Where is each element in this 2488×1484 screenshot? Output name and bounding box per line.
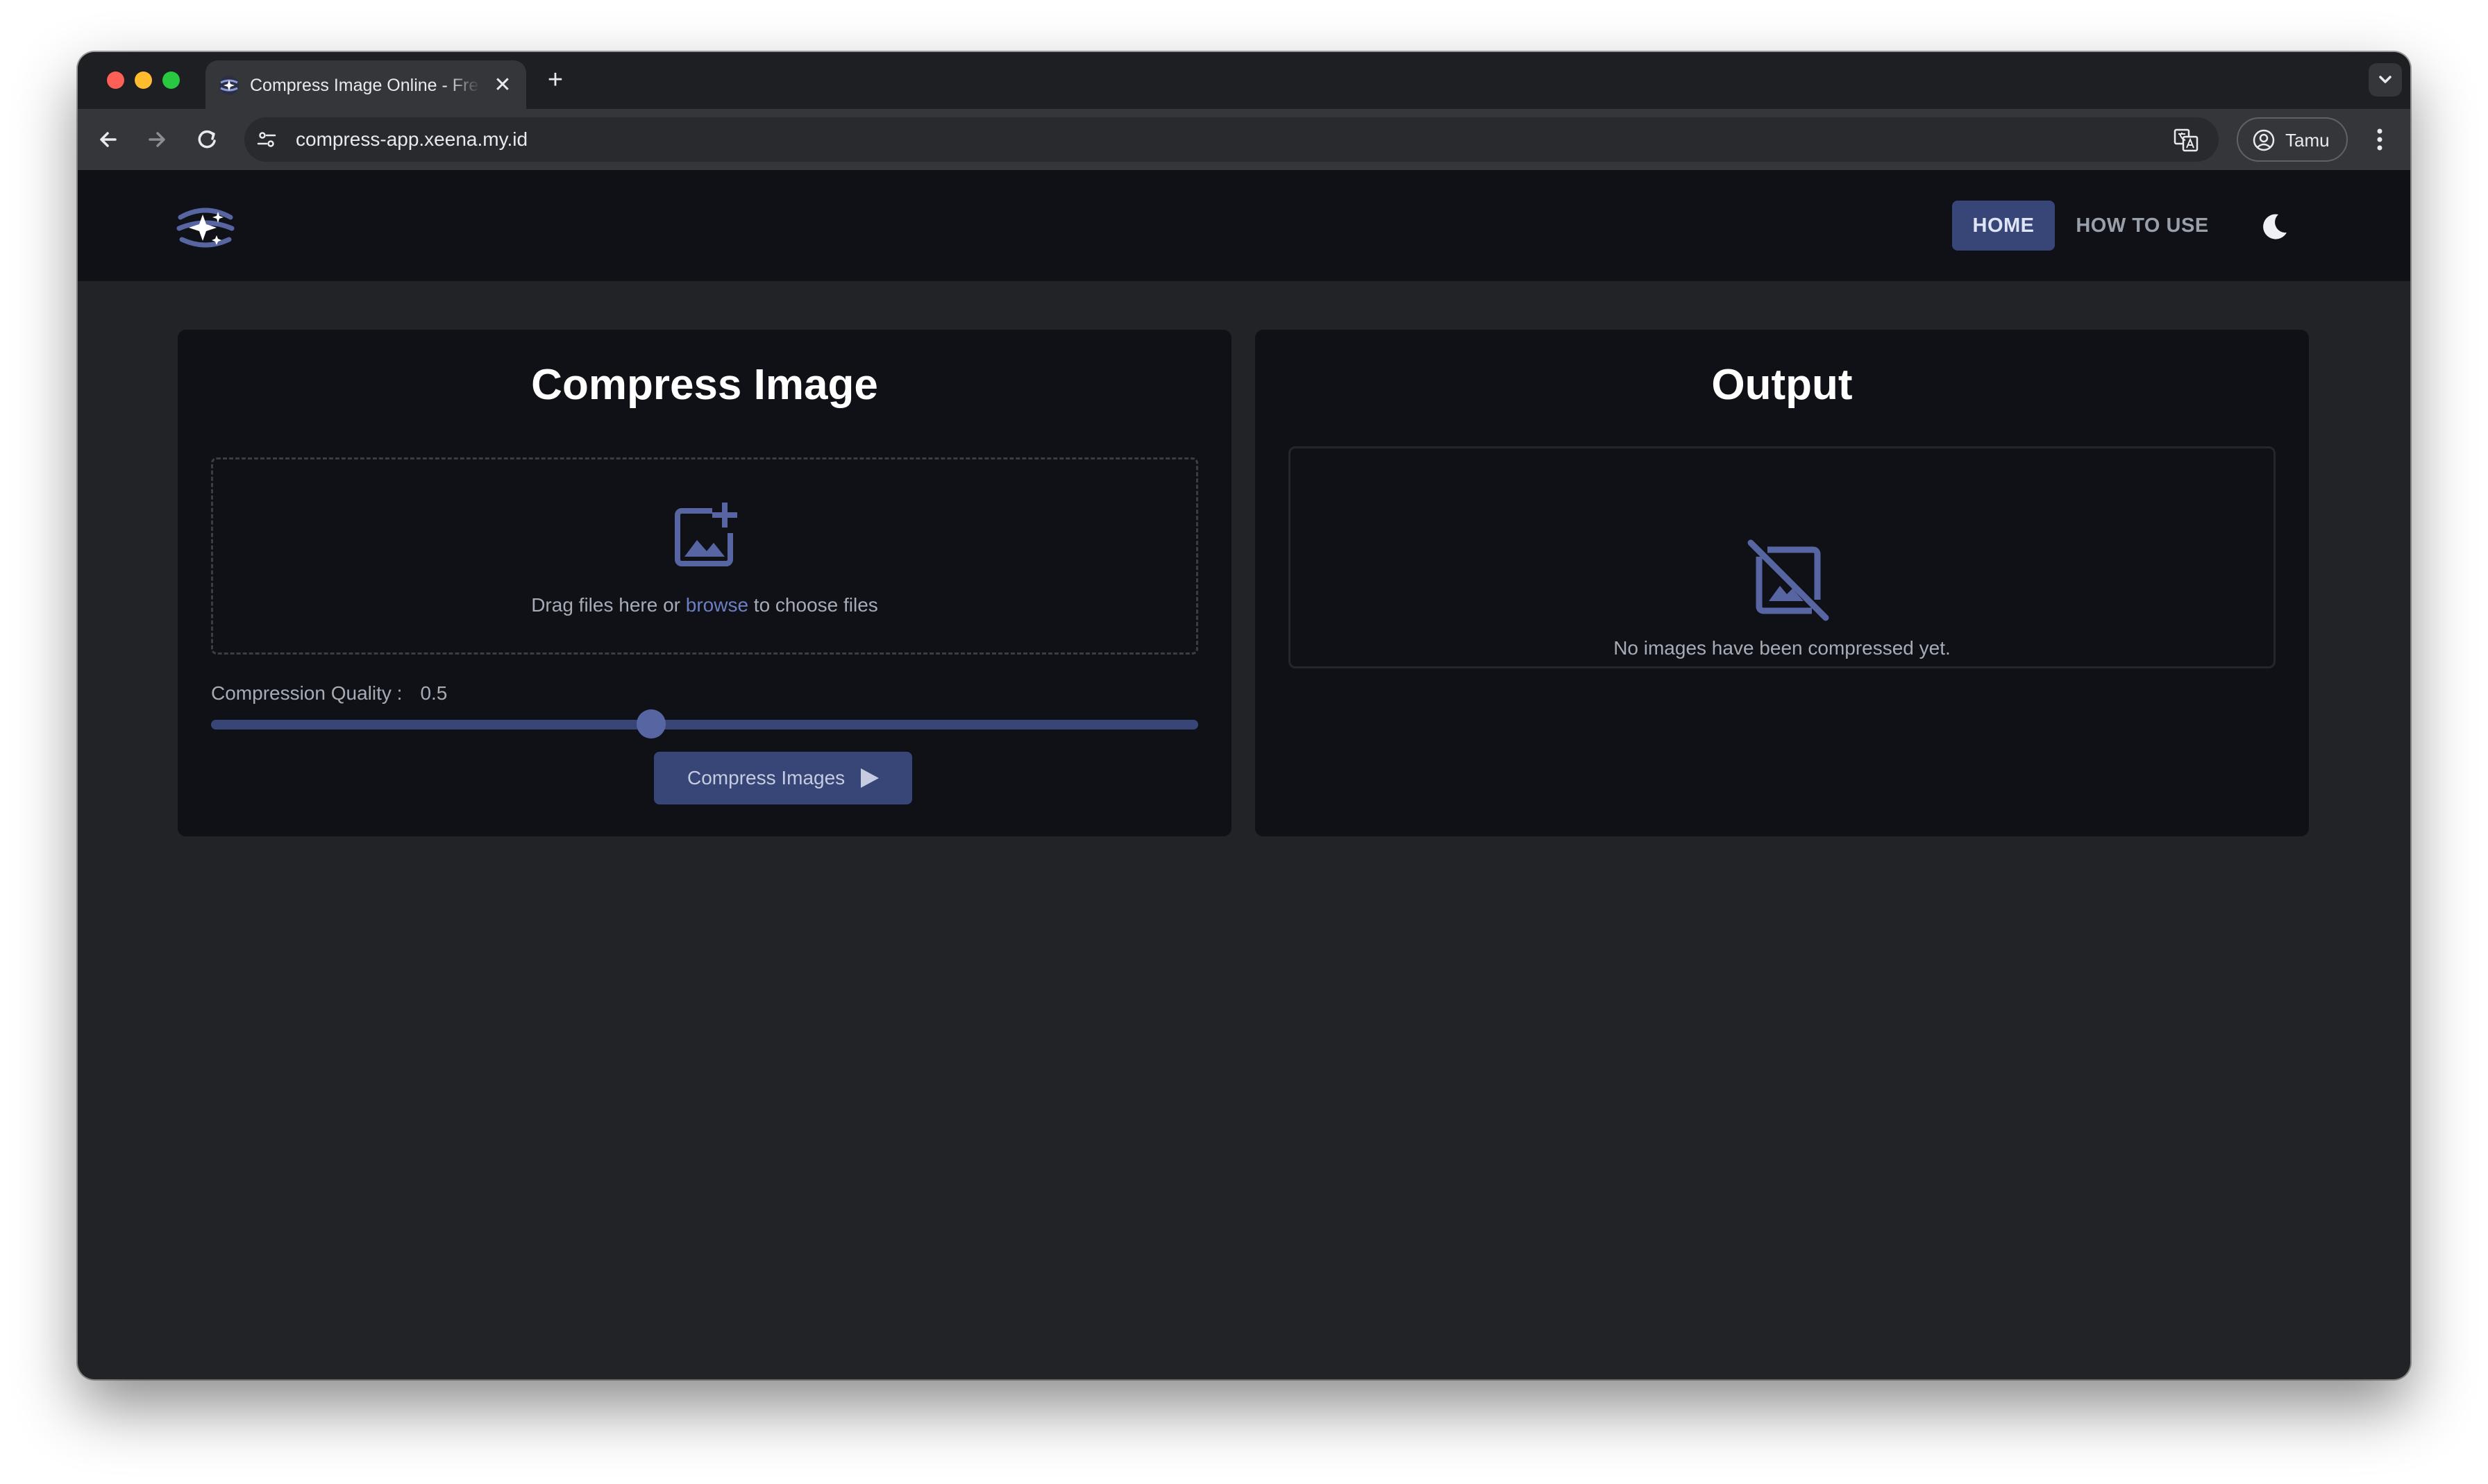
- output-card-title: Output: [1711, 361, 1853, 409]
- nav-how-to-use-link[interactable]: HOW TO USE: [2070, 201, 2214, 251]
- browser-window: Compress Image Online - Free ✕ + compres…: [78, 52, 2410, 1379]
- dropzone-instructions: Drag files here or browse to choose file…: [213, 591, 1196, 619]
- dropzone-text-before: Drag files here or: [531, 594, 686, 616]
- quality-value: 0.5: [420, 682, 448, 704]
- quality-row: Compression Quality : 0.5: [211, 680, 447, 707]
- compress-card-title: Compress Image: [531, 361, 878, 409]
- compress-images-button[interactable]: Compress Images: [654, 752, 912, 804]
- forward-arrow-icon[interactable]: [142, 124, 172, 155]
- quality-slider-thumb[interactable]: [636, 709, 666, 739]
- chevron-down-icon: [2379, 76, 2392, 83]
- tab-title: Compress Image Online - Free: [250, 76, 480, 95]
- close-window-button[interactable]: [107, 71, 124, 89]
- compress-button-label: Compress Images: [687, 767, 846, 789]
- app-logo-icon[interactable]: [175, 196, 236, 258]
- url-text[interactable]: compress-app.xeena.my.id: [296, 127, 528, 152]
- add-photo-icon: [675, 503, 737, 566]
- browser-tab[interactable]: Compress Image Online - Free ✕: [205, 60, 526, 109]
- tab-search-button[interactable]: [2369, 63, 2402, 96]
- play-arrow-icon: [861, 768, 879, 788]
- tab-close-icon[interactable]: ✕: [491, 74, 514, 96]
- quality-label: Compression Quality :: [211, 682, 403, 704]
- site-settings-icon[interactable]: [254, 127, 279, 152]
- file-dropzone[interactable]: Drag files here or browse to choose file…: [211, 457, 1198, 655]
- site-favicon-icon: [219, 76, 239, 95]
- profile-icon: [2253, 129, 2275, 151]
- quality-slider[interactable]: [211, 709, 1198, 739]
- profile-button[interactable]: Tamu: [2237, 117, 2348, 162]
- output-preview-area: No images have been compressed yet.: [1288, 446, 2276, 668]
- address-bar[interactable]: compress-app.xeena.my.id: [244, 117, 2219, 162]
- empty-state-message: No images have been compressed yet.: [1613, 637, 1951, 659]
- site-header: HOME HOW TO USE: [78, 170, 2410, 281]
- reload-icon[interactable]: [192, 124, 222, 155]
- no-image-icon: [1747, 539, 1829, 621]
- more-options-icon[interactable]: [2366, 123, 2394, 156]
- browse-link[interactable]: browse: [686, 594, 748, 616]
- moon-icon[interactable]: [2258, 210, 2291, 244]
- dropzone-text-after: to choose files: [748, 594, 878, 616]
- back-arrow-icon[interactable]: [93, 124, 124, 155]
- compress-card: Compress Image Drag files here or browse…: [178, 330, 1232, 836]
- profile-label: Tamu: [2285, 130, 2330, 151]
- maximize-window-button[interactable]: [162, 71, 180, 89]
- output-card: Output No images have been compressed ye…: [1255, 330, 2309, 836]
- minimize-window-button[interactable]: [135, 71, 152, 89]
- new-tab-plus-icon[interactable]: +: [540, 66, 571, 96]
- tab-strip: Compress Image Online - Free ✕ +: [78, 52, 2410, 109]
- nav-home-link[interactable]: HOME: [1952, 201, 2055, 251]
- translate-icon[interactable]: [2173, 127, 2199, 153]
- browser-toolbar: compress-app.xeena.my.id Tamu: [78, 109, 2410, 170]
